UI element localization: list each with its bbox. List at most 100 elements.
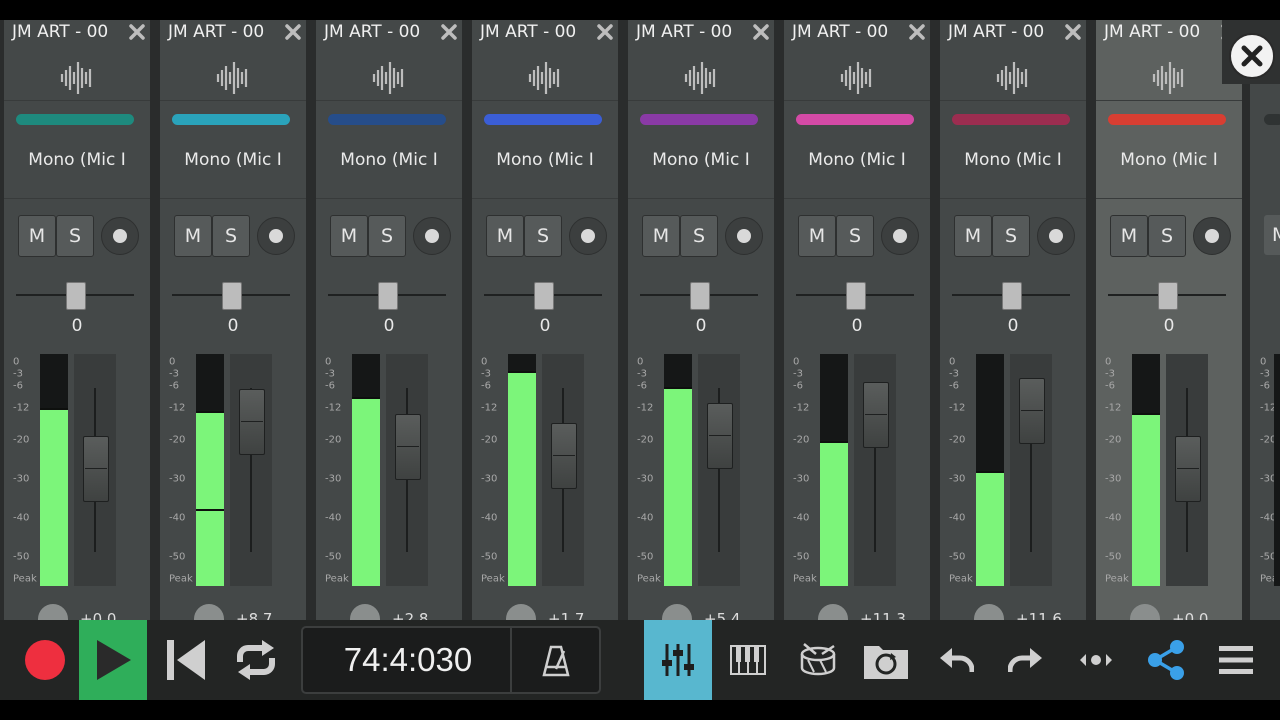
- mute-button[interactable]: M: [330, 215, 368, 257]
- track-title[interactable]: JM ART - 00: [792, 22, 888, 42]
- mixer-view-button[interactable]: [644, 620, 712, 700]
- close-icon[interactable]: [128, 23, 146, 41]
- input-name[interactable]: Mono (Mic I: [316, 150, 462, 170]
- track-color-bar[interactable]: [640, 114, 758, 125]
- record-arm-button[interactable]: [101, 217, 139, 255]
- record-arm-button[interactable]: [257, 217, 295, 255]
- solo-button[interactable]: S: [212, 215, 250, 257]
- solo-button[interactable]: S: [992, 215, 1030, 257]
- mute-button[interactable]: M: [954, 215, 992, 257]
- channel-strip[interactable]: JM ART - 00 Mono (Mic I M S 0 0 -3 -6 -12 -20 -30-…: [160, 20, 306, 620]
- solo-button[interactable]: S: [836, 215, 874, 257]
- close-icon[interactable]: [752, 23, 770, 41]
- pan-slider-handle[interactable]: [1002, 282, 1022, 310]
- track-color-bar[interactable]: [796, 114, 914, 125]
- volume-fader-handle[interactable]: [83, 436, 109, 502]
- mute-button[interactable]: M: [1264, 215, 1280, 255]
- track-color-bar[interactable]: [172, 114, 290, 125]
- mute-button[interactable]: M: [642, 215, 680, 257]
- gain-knob[interactable]: [1130, 604, 1160, 620]
- track-title[interactable]: JM ART - 00: [480, 22, 576, 42]
- gain-knob[interactable]: [506, 604, 536, 620]
- channel-strip[interactable]: JM ART - 00 Mono (Mic I M S 0 0 -3 -6 -12 -20 -30-…: [940, 20, 1086, 620]
- solo-button[interactable]: S: [1148, 215, 1186, 257]
- record-arm-button[interactable]: [413, 217, 451, 255]
- track-color-bar[interactable]: [328, 114, 446, 125]
- input-name[interactable]: Mono (Mic I: [784, 150, 930, 170]
- gain-knob[interactable]: [350, 604, 380, 620]
- channel-strip[interactable]: JM ART - 00 Mono (Mic I M S 0 0 -3 -6 -12 -20 -30-…: [316, 20, 462, 620]
- menu-button[interactable]: [1202, 620, 1270, 700]
- pan-slider-handle[interactable]: [1158, 282, 1178, 310]
- record-arm-button[interactable]: [881, 217, 919, 255]
- mute-button[interactable]: M: [174, 215, 212, 257]
- volume-fader-handle[interactable]: [1175, 436, 1201, 502]
- rewind-button[interactable]: [152, 620, 220, 700]
- track-color-bar[interactable]: [484, 114, 602, 125]
- track-color-bar[interactable]: [952, 114, 1070, 125]
- record-arm-button[interactable]: [1037, 217, 1075, 255]
- redo-button[interactable]: [992, 620, 1060, 700]
- volume-fader-handle[interactable]: [395, 414, 421, 480]
- track-color-bar[interactable]: [1264, 114, 1280, 125]
- share-button[interactable]: [1132, 620, 1200, 700]
- close-mixer-button[interactable]: [1222, 20, 1280, 84]
- track-color-bar[interactable]: [16, 114, 134, 125]
- track-title[interactable]: JM ART - 00: [168, 22, 264, 42]
- close-icon[interactable]: [440, 23, 458, 41]
- pan-slider-handle[interactable]: [222, 282, 242, 310]
- track-title[interactable]: JM ART - 00: [948, 22, 1044, 42]
- gain-knob[interactable]: [818, 604, 848, 620]
- volume-fader-handle[interactable]: [863, 382, 889, 448]
- track-title[interactable]: JM ART - 00: [1104, 22, 1200, 42]
- input-name[interactable]: Mono (Mic I: [940, 150, 1086, 170]
- input-name[interactable]: Mono (Mic I: [628, 150, 774, 170]
- input-name[interactable]: Mono (Mic I: [1096, 150, 1242, 170]
- volume-fader-handle[interactable]: [551, 423, 577, 489]
- channel-strip[interactable]: JM ART - 00 Mono (Mic I M S 0 0 -3 -6 -12 -20 -30-…: [628, 20, 774, 620]
- close-icon[interactable]: [596, 23, 614, 41]
- channel-strip[interactable]: JM ART - 00 Mono (Mic I M S 0 0 -3 -6 -12 -20 -30-…: [472, 20, 618, 620]
- track-title[interactable]: JM ART - 00: [324, 22, 420, 42]
- undo-button[interactable]: [922, 620, 990, 700]
- solo-button[interactable]: S: [680, 215, 718, 257]
- metronome-button[interactable]: [513, 628, 599, 692]
- drum-button[interactable]: [784, 620, 852, 700]
- mute-button[interactable]: M: [18, 215, 56, 257]
- channel-strip[interactable]: JM ART - 00 Mono (Mic I M S 0 0 -3 -6 -12 -20 -30-…: [1096, 20, 1242, 620]
- record-arm-button[interactable]: [1193, 217, 1231, 255]
- track-title[interactable]: JM ART - 00: [12, 22, 108, 42]
- input-name[interactable]: Mono (Mic I: [160, 150, 306, 170]
- gain-knob[interactable]: [662, 604, 692, 620]
- record-arm-button[interactable]: [725, 217, 763, 255]
- channel-strip[interactable]: JM ART - 00 Mono (Mic I M S 0 0 -3 -6 -12 -20 -30-…: [784, 20, 930, 620]
- mute-button[interactable]: M: [486, 215, 524, 257]
- gain-knob[interactable]: [974, 604, 1004, 620]
- loop-button[interactable]: [222, 620, 290, 700]
- volume-fader-handle[interactable]: [1019, 378, 1045, 444]
- gain-knob[interactable]: [194, 604, 224, 620]
- close-icon[interactable]: [908, 23, 926, 41]
- more-button[interactable]: [1062, 620, 1130, 700]
- track-color-bar[interactable]: [1108, 114, 1226, 125]
- volume-fader-handle[interactable]: [707, 403, 733, 469]
- solo-button[interactable]: S: [524, 215, 562, 257]
- pan-slider-handle[interactable]: [846, 282, 866, 310]
- solo-button[interactable]: S: [56, 215, 94, 257]
- input-name[interactable]: Mono (Mic I: [4, 150, 150, 170]
- record-arm-button[interactable]: [569, 217, 607, 255]
- track-title[interactable]: JM ART - 00: [636, 22, 732, 42]
- piano-button[interactable]: [714, 620, 782, 700]
- record-button[interactable]: [14, 620, 76, 700]
- pan-slider-handle[interactable]: [534, 282, 554, 310]
- pan-slider-handle[interactable]: [66, 282, 86, 310]
- mute-button[interactable]: M: [1110, 215, 1148, 257]
- input-name[interactable]: Mono (Mic I: [472, 150, 618, 170]
- time-display[interactable]: 74:4:030: [301, 626, 601, 694]
- pan-slider-handle[interactable]: [690, 282, 710, 310]
- solo-button[interactable]: S: [368, 215, 406, 257]
- channel-strip-partial[interactable]: M0-3-6-12-20-30-40-50Peak: [1250, 20, 1280, 620]
- pan-slider-handle[interactable]: [378, 282, 398, 310]
- gain-knob[interactable]: [38, 604, 68, 620]
- play-button[interactable]: [79, 620, 147, 700]
